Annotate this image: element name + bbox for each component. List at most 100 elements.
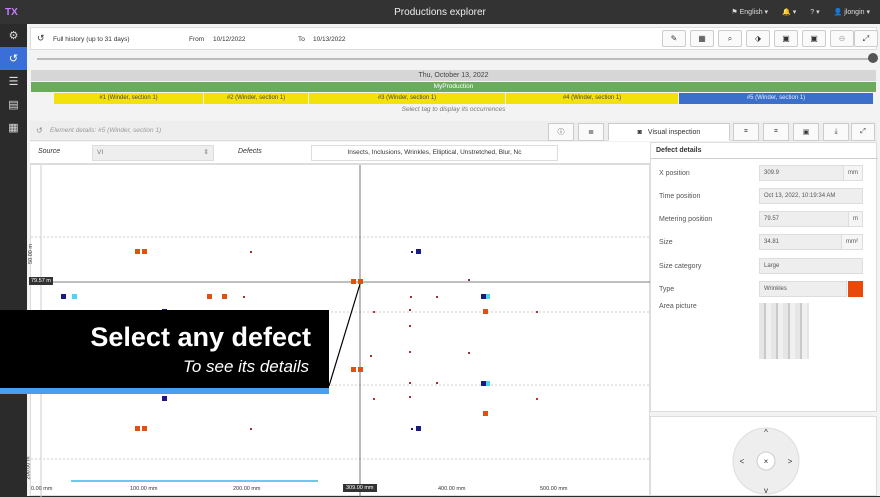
download-icon[interactable]: ⤓ <box>823 123 849 141</box>
select-arrows-icon: ⇕ <box>203 149 209 156</box>
list-tab[interactable]: ≣ <box>578 123 604 141</box>
x-tick-5: 500.00 mm <box>540 486 568 492</box>
y-tick-2: 200.00 m <box>25 456 32 480</box>
metering-position-unit: m <box>848 212 862 226</box>
section-tag-4[interactable]: #4 (Winder, section 1) <box>506 93 678 104</box>
pencil-icon[interactable]: ✎ <box>662 30 686 47</box>
time-position-field: Oct 13, 2022, 10:19:34 AM <box>759 188 863 204</box>
area-picture-label: Area picture <box>659 303 697 310</box>
size-label: Size <box>659 239 673 246</box>
x-tick-4: 400.00 mm <box>438 486 466 492</box>
metering-position-label: Metering position <box>659 216 713 223</box>
x-position-label: X position <box>659 170 690 177</box>
callout-box: Select any defect To see its details <box>0 310 329 388</box>
camera-icon: ◙ <box>637 128 642 136</box>
search-icon[interactable]: ⌕ <box>718 30 742 47</box>
history-small-icon: ↺ <box>37 33 45 43</box>
source-value: VI <box>97 149 104 156</box>
section-row: #1 (Winder, section 1) #2 (Winder, secti… <box>31 93 876 104</box>
x-tick-2: 200.00 mm <box>233 486 261 492</box>
area-picture <box>759 303 809 359</box>
chart-tab[interactable]: ⌗ <box>733 123 759 141</box>
section-tag-5[interactable]: #5 (Winder, section 1) <box>679 93 873 104</box>
expand-panel-icon[interactable]: ⤢ <box>851 123 875 141</box>
x-position-unit: mm <box>843 166 862 180</box>
x-tick-1: 100.00 mm <box>130 486 158 492</box>
expand-icon[interactable]: ⤢ <box>854 30 878 47</box>
defect-details-panel: Defect details X position 309.9 mm Time p… <box>650 142 878 412</box>
callout-title: Select any defect <box>90 322 311 352</box>
defects-select[interactable]: Insects, Inclusions, Wrinkles, Elliptica… <box>311 145 558 161</box>
section-tag-3[interactable]: #3 (Winder, section 1) <box>309 93 505 104</box>
image-tab[interactable]: ▣ <box>793 123 819 141</box>
divider <box>651 158 878 159</box>
metering-position-field: 79.57 m <box>759 211 863 227</box>
navigation-pad[interactable]: × ^ v < > <box>651 417 878 497</box>
type-field: Wrinkles <box>759 281 847 297</box>
production-bar[interactable]: MyProduction <box>31 82 876 92</box>
element-title: Element details: #5 (Winder, section 1) <box>50 127 162 134</box>
visual-tab-label: Visual inspection <box>647 128 701 136</box>
y-tick-0: 50.00 m <box>27 244 34 264</box>
type-color-swatch <box>848 281 863 297</box>
help-icon[interactable]: ? ▾ <box>810 8 819 16</box>
history-range-label[interactable]: Full history (up to 31 days) <box>53 36 130 43</box>
source-label: Source <box>38 148 61 155</box>
history-toolbar: ↺ Full history (up to 31 days) From 10/1… <box>30 27 878 50</box>
history-small-icon: ↺ <box>36 126 43 135</box>
metering-position-value: 79.57 <box>764 216 780 222</box>
callout-subtitle: To see its details <box>183 357 309 376</box>
size-category-label: Size category <box>659 263 702 270</box>
details-title: Defect details <box>656 147 702 154</box>
callout-accent-bar <box>0 388 329 394</box>
to-label: To <box>298 36 305 43</box>
bell-icon[interactable]: 🔔 ▾ <box>782 8 796 16</box>
type-label: Type <box>659 286 675 293</box>
workflow-icon[interactable]: ⚙ <box>0 24 27 47</box>
from-label: From <box>189 36 205 43</box>
svg-text:>: > <box>788 457 793 466</box>
filter-bar: Source VI ⇕ Defects Insects, Inclusions,… <box>30 142 650 164</box>
side-nav: ⚙ ↺ ☰ ▤ ▦ <box>0 24 27 496</box>
time-position-label: Time position <box>659 193 701 200</box>
navigation-pad-panel: × ^ v < > <box>650 416 877 496</box>
time-slider-track[interactable] <box>37 58 875 60</box>
tag-icon[interactable]: ⬗ <box>746 30 770 47</box>
calendar-range-icon[interactable]: ▣ <box>802 30 826 47</box>
x-tick-0: 0.00 mm <box>31 486 53 492</box>
language-menu[interactable]: ⚑ English ▾ <box>731 8 768 16</box>
size-category-field: Large <box>759 258 863 274</box>
user-menu[interactable]: 👤 jlongin ▾ <box>834 8 870 16</box>
section-tag-2[interactable]: #2 (Winder, section 1) <box>204 93 308 104</box>
from-date-field[interactable]: 10/12/2022 <box>213 36 246 43</box>
cursor-x-label: 309.00 mm <box>343 484 377 492</box>
timeline: Thu, October 13, 2022 MyProduction #1 (W… <box>31 70 876 113</box>
section-tag-1[interactable]: #1 (Winder, section 1) <box>54 93 203 104</box>
to-date-field[interactable]: 10/13/2022 <box>313 36 346 43</box>
x-position-field: 309.9 mm <box>759 165 863 181</box>
main-area: ↺ Full history (up to 31 days) From 10/1… <box>25 24 880 497</box>
timeline-date: Thu, October 13, 2022 <box>31 70 876 81</box>
x-position-value: 309.9 <box>764 170 780 176</box>
info-tab[interactable]: ⓘ <box>548 123 574 141</box>
svg-text:<: < <box>740 457 745 466</box>
settings-sliders-icon[interactable]: ☰ <box>0 70 27 93</box>
chart-alt-tab[interactable]: ⌗ <box>763 123 789 141</box>
element-header: ↺ Element details: #5 (Winder, section 1… <box>30 121 877 141</box>
zoom-icon[interactable]: ⊖ <box>830 30 854 47</box>
history-icon[interactable]: ↺ <box>0 47 27 70</box>
qr-code-icon[interactable]: ▦ <box>690 30 714 47</box>
log-icon[interactable]: ▦ <box>0 116 27 139</box>
report-icon[interactable]: ▤ <box>0 93 27 116</box>
size-field: 34.81 mm² <box>759 234 863 250</box>
top-bar: TX Productions explorer ⚑ English ▾ 🔔 ▾ … <box>0 0 880 24</box>
language-label: English <box>739 9 763 16</box>
source-select[interactable]: VI ⇕ <box>92 145 214 161</box>
time-slider-knob[interactable] <box>868 53 878 63</box>
calendar-icon[interactable]: ▣ <box>774 30 798 47</box>
svg-text:^: ^ <box>764 428 768 437</box>
size-unit: mm² <box>841 235 862 249</box>
tab-visual-inspection[interactable]: ◙ Visual inspection <box>608 123 730 141</box>
cursor-y-label: 79.57 m <box>29 277 53 285</box>
size-value: 34.81 <box>764 239 780 245</box>
